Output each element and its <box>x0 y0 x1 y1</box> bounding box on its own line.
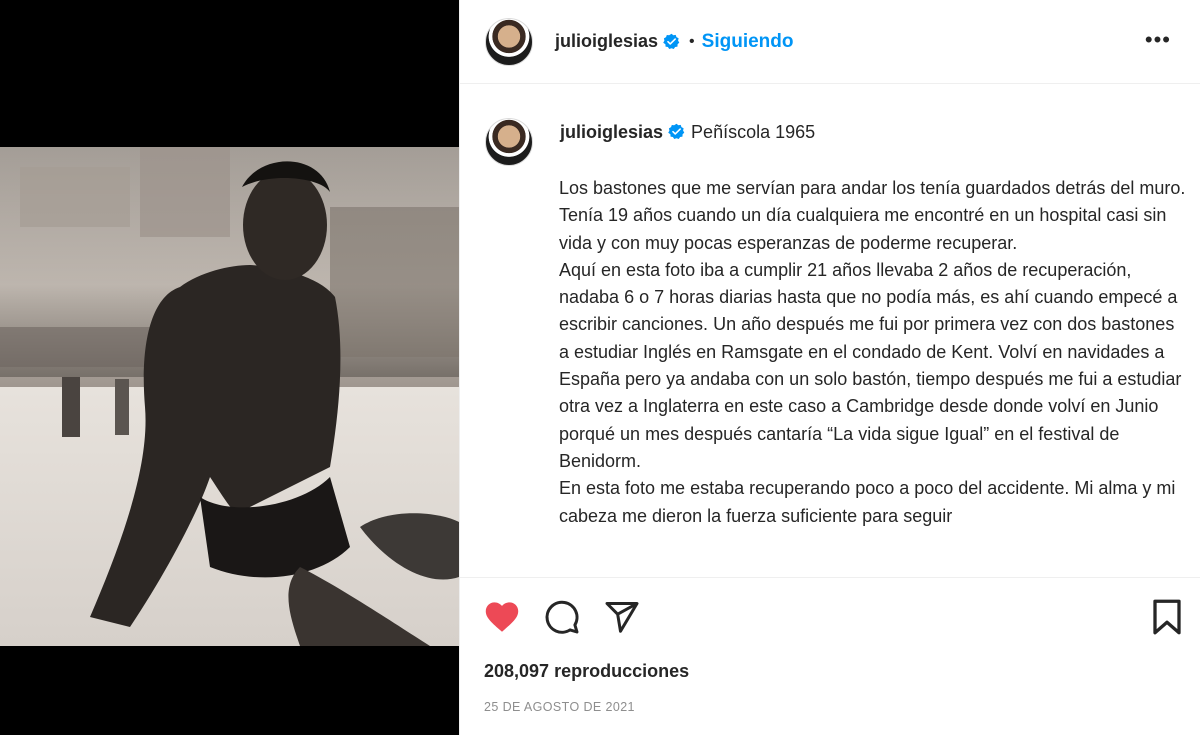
post-photo[interactable] <box>0 147 459 646</box>
view-count[interactable]: 208,097 reproducciones <box>484 661 689 682</box>
heart-icon[interactable] <box>483 599 521 633</box>
share-icon[interactable] <box>603 599 641 635</box>
post-media[interactable] <box>0 0 459 735</box>
verified-badge-icon <box>668 123 685 140</box>
post-header: julioiglesias • Siguiendo ••• <box>460 0 1200 84</box>
caption-username[interactable]: julioiglesias <box>560 122 663 142</box>
following-button[interactable]: Siguiendo <box>702 31 794 53</box>
caption-text: Los bastones que me servían para andar l… <box>559 178 1186 526</box>
bookmark-icon[interactable] <box>1151 599 1183 635</box>
actions-divider <box>460 577 1200 578</box>
header-separator: • <box>689 32 695 50</box>
photo-subject <box>0 147 459 646</box>
author-username[interactable]: julioiglesias <box>555 31 658 52</box>
post-date[interactable]: 25 DE AGOSTO DE 2021 <box>484 700 635 714</box>
caption-author-avatar[interactable] <box>485 118 533 166</box>
more-options-icon[interactable]: ••• <box>1145 27 1171 53</box>
comment-icon[interactable] <box>544 599 580 635</box>
caption-location: Peñíscola 1965 <box>691 122 816 142</box>
verified-badge-icon <box>663 33 680 50</box>
author-avatar[interactable] <box>485 17 533 66</box>
